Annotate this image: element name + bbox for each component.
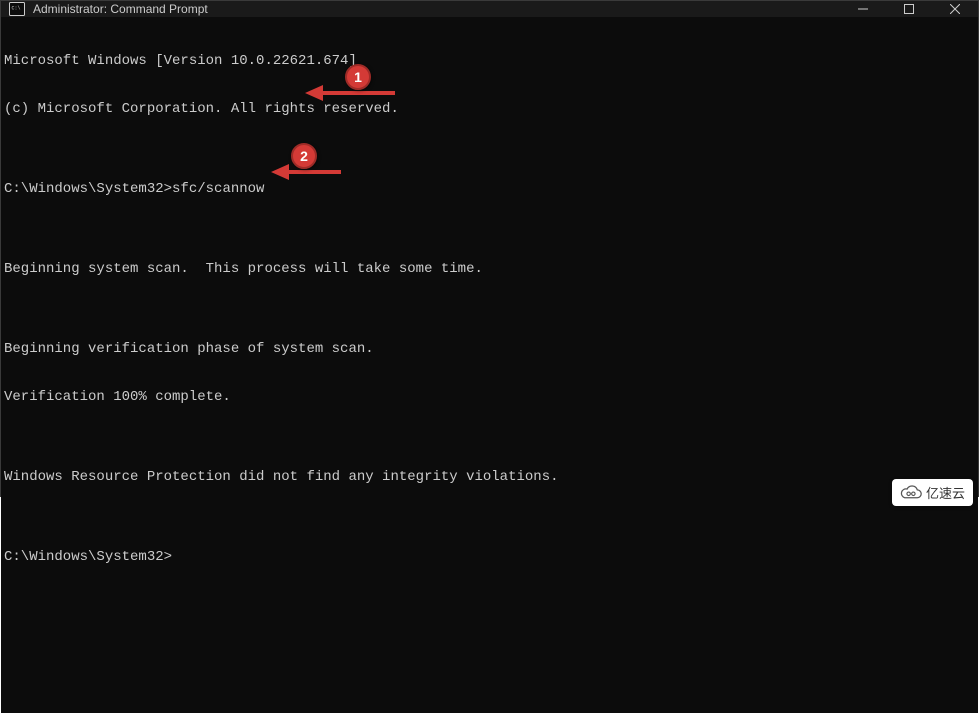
close-button[interactable] [932, 1, 978, 17]
prompt: C:\Windows\System32> [4, 181, 172, 197]
window-title: Administrator: Command Prompt [33, 2, 208, 16]
maximize-button[interactable] [886, 1, 932, 17]
command-text: sfc/scannow [172, 181, 264, 197]
cmd-icon: C:\ [9, 1, 25, 17]
prompt: C:\Windows\System32> [4, 549, 172, 565]
output-line: Microsoft Windows [Version 10.0.22621.67… [4, 53, 357, 69]
output-line: (c) Microsoft Corporation. All rights re… [4, 101, 399, 117]
window-controls [840, 1, 978, 17]
command-prompt-window: C:\ Administrator: Command Prompt Micros… [0, 0, 979, 497]
badge-1-label: 1 [354, 69, 362, 85]
badge-2: 2 [291, 143, 317, 169]
titlebar[interactable]: C:\ Administrator: Command Prompt [1, 1, 978, 17]
minimize-button[interactable] [840, 1, 886, 17]
cloud-icon [900, 484, 922, 502]
svg-text:C:\: C:\ [12, 6, 21, 12]
output-line: Verification 100% complete. [4, 389, 231, 405]
badge-2-label: 2 [300, 148, 308, 164]
output-line: Windows Resource Protection did not find… [4, 469, 559, 485]
output-line: Beginning verification phase of system s… [4, 341, 374, 357]
output-line: Beginning system scan. This process will… [4, 261, 483, 277]
terminal-output[interactable]: Microsoft Windows [Version 10.0.22621.67… [1, 17, 978, 713]
watermark-text: 亿速云 [926, 483, 965, 502]
watermark: 亿速云 [892, 479, 973, 506]
